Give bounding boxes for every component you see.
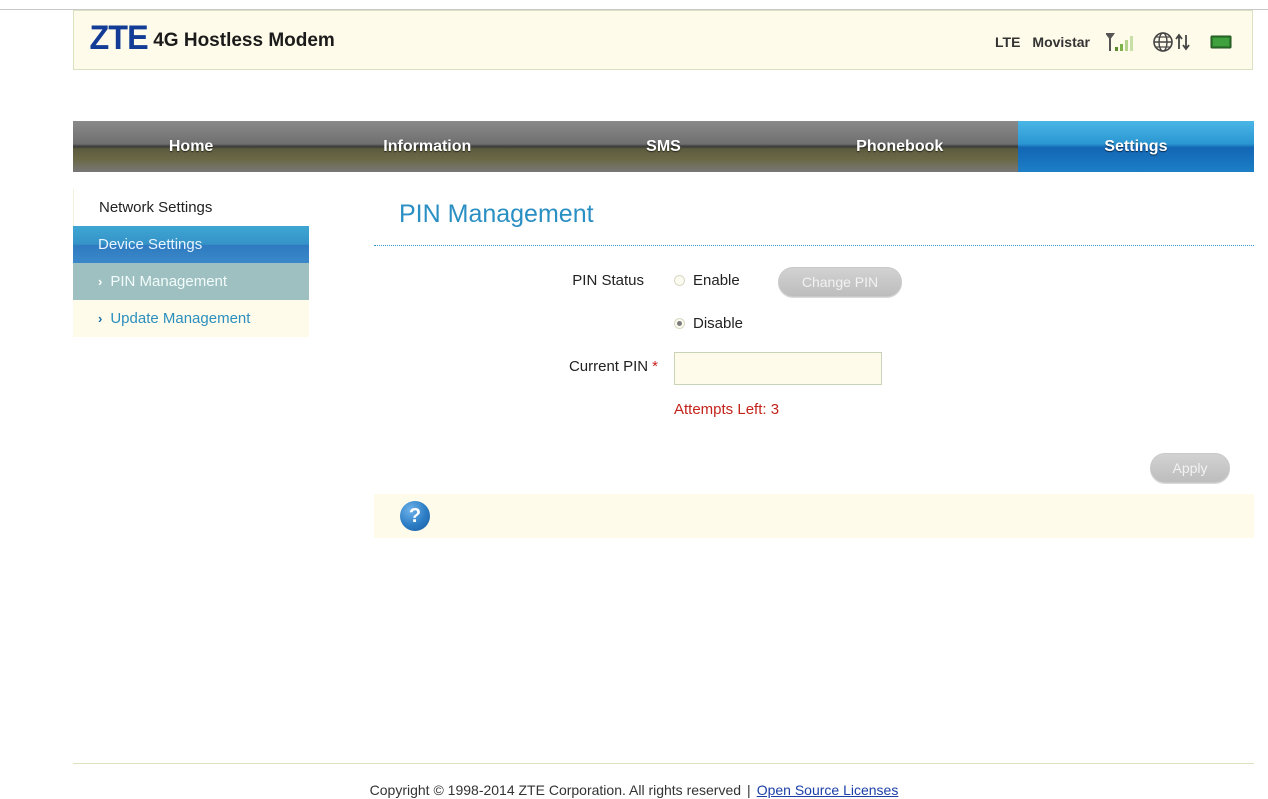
page-title: PIN Management xyxy=(399,200,594,228)
sidebar-item-pin-management[interactable]: › PIN Management xyxy=(73,263,309,300)
nav-phonebook[interactable]: Phonebook xyxy=(782,121,1018,172)
sidebar-device-settings[interactable]: Device Settings xyxy=(73,226,309,263)
disable-radio[interactable] xyxy=(674,318,685,329)
sidebar-item-update-management[interactable]: › Update Management xyxy=(73,300,309,337)
sidebar-item-label: Update Management xyxy=(110,310,251,327)
product-title: 4G Hostless Modem xyxy=(153,30,335,51)
enable-label: Enable xyxy=(693,272,740,289)
copyright-text: Copyright © 1998-2014 ZTE Corporation. A… xyxy=(369,782,742,798)
chevron-right-icon: › xyxy=(98,274,103,289)
help-bar: ? xyxy=(374,494,1254,538)
disable-label: Disable xyxy=(693,315,744,332)
status-area: LTE Movistar xyxy=(995,31,1232,53)
current-pin-input[interactable] xyxy=(674,352,882,385)
enable-radio-option[interactable]: Enable xyxy=(674,272,740,289)
main-nav: Home Information SMS Phonebook Settings xyxy=(73,121,1255,172)
title-divider xyxy=(374,245,1254,246)
sidebar: Network Settings Device Settings › PIN M… xyxy=(73,189,309,337)
enable-radio[interactable] xyxy=(674,275,685,286)
signal-strength-icon xyxy=(1106,32,1136,52)
nav-settings[interactable]: Settings xyxy=(1017,121,1255,172)
header: ZTE 4G Hostless Modem LTE Movistar xyxy=(73,10,1253,70)
nav-home[interactable]: Home xyxy=(73,121,309,172)
zte-logo: ZTE 4G Hostless Modem xyxy=(88,21,335,55)
current-pin-label: Current PIN * xyxy=(520,358,658,375)
disable-radio-option[interactable]: Disable xyxy=(674,315,743,332)
network-type: LTE xyxy=(995,34,1021,50)
change-pin-button[interactable]: Change PIN xyxy=(778,267,902,297)
footer: Copyright © 1998-2014 ZTE Corporation. A… xyxy=(0,782,1268,798)
battery-icon xyxy=(1210,35,1232,49)
nav-sms[interactable]: SMS xyxy=(545,121,781,172)
open-source-licenses-link[interactable]: Open Source Licenses xyxy=(757,782,899,798)
chevron-right-icon: › xyxy=(98,311,103,326)
logo-text: ZTE xyxy=(89,19,149,57)
footer-divider xyxy=(73,763,1254,764)
help-icon[interactable]: ? xyxy=(400,501,430,531)
globe-data-icon xyxy=(1152,31,1192,53)
apply-button[interactable]: Apply xyxy=(1150,453,1230,483)
attempts-left-text: Attempts Left: 3 xyxy=(674,401,780,418)
current-pin-label-text: Current PIN xyxy=(568,358,649,375)
sidebar-item-label: PIN Management xyxy=(110,273,228,290)
carrier-name: Movistar xyxy=(1032,34,1090,50)
footer-separator: | xyxy=(747,782,751,798)
pin-status-label: PIN Status xyxy=(572,272,644,289)
sidebar-network-settings[interactable]: Network Settings xyxy=(73,189,309,226)
nav-information[interactable]: Information xyxy=(309,121,545,172)
required-mark: * xyxy=(652,358,658,375)
